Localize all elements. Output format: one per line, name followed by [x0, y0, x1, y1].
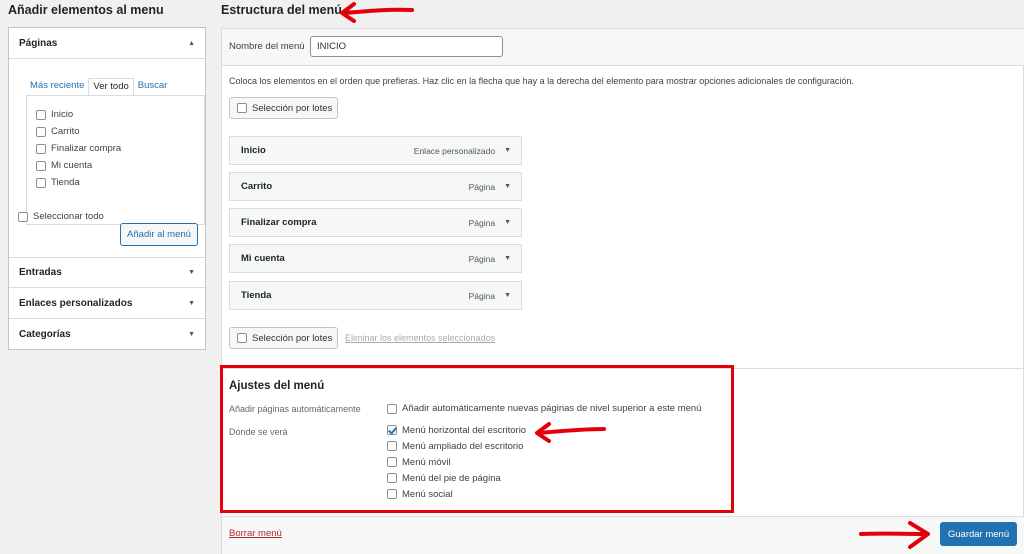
menu-item-mi-cuenta[interactable]: Mi cuenta Página ▼: [229, 244, 522, 273]
page-label: Finalizar compra: [51, 143, 122, 154]
menu-item-title: Tienda: [241, 290, 272, 301]
pages-section-label: Páginas: [19, 37, 58, 49]
add-items-panel: Páginas ▲ Más reciente Ver todo Buscar I…: [8, 27, 206, 350]
menu-name-input[interactable]: INICIO: [310, 36, 503, 57]
chevron-down-icon[interactable]: ▼: [504, 219, 511, 226]
page-checkbox-mi-cuenta[interactable]: [36, 160, 46, 171]
menu-item-type: Página: [468, 290, 496, 301]
menu-item-title: Mi cuenta: [241, 253, 285, 264]
list-item: Tienda: [36, 174, 204, 191]
tab-most-recent[interactable]: Más reciente: [26, 78, 88, 96]
list-item: Mi cuenta: [36, 157, 204, 174]
pages-section-header[interactable]: Páginas ▲: [9, 28, 205, 59]
bulk-select-button-top[interactable]: Selección por lotes: [229, 97, 338, 119]
menu-item-type: Página: [468, 253, 496, 264]
menu-item-type: Página: [468, 217, 496, 228]
menu-name-label: Nombre del menú: [229, 41, 305, 52]
annotation-arrow-icon: [340, 2, 414, 23]
pages-list: Inicio Carrito Finalizar compra Mi cuent…: [26, 95, 205, 225]
add-items-title: Añadir elementos al menu: [8, 3, 164, 17]
page-label: Inicio: [51, 109, 74, 120]
page-checkbox-finalizar[interactable]: [36, 143, 46, 154]
page-checkbox-carrito[interactable]: [36, 126, 46, 137]
select-all-checkbox[interactable]: [18, 211, 28, 222]
annotation-highlight-box: [220, 365, 734, 513]
instructions-text: Coloca los elementos en el orden que pre…: [229, 76, 854, 86]
menu-item-carrito[interactable]: Carrito Página ▼: [229, 172, 522, 201]
list-item: Inicio: [36, 106, 204, 123]
bulk-select-button-bottom[interactable]: Selección por lotes: [229, 327, 338, 349]
select-all-label: Seleccionar todo: [33, 211, 104, 222]
chevron-down-icon: ▼: [188, 331, 195, 338]
bulk-select-label: Selección por lotes: [252, 102, 333, 114]
menu-item-type: Página: [468, 181, 496, 192]
posts-section-label: Entradas: [19, 267, 62, 278]
chevron-down-icon[interactable]: ▼: [504, 292, 511, 299]
bulk-select-checkbox: [237, 333, 247, 343]
menu-item-type: Enlace personalizado: [413, 145, 496, 156]
chevron-down-icon[interactable]: ▼: [504, 147, 511, 154]
page-checkbox-inicio[interactable]: [36, 109, 46, 120]
categories-section-header[interactable]: Categorías ▼: [9, 319, 205, 350]
menu-structure-title: Estructura del menú: [221, 3, 342, 17]
chevron-down-icon: ▼: [188, 299, 195, 307]
chevron-down-icon: ▼: [188, 269, 195, 276]
menu-item-finalizar-compra[interactable]: Finalizar compra Página ▼: [229, 208, 522, 237]
delete-menu-link[interactable]: Borrar menú: [229, 528, 282, 539]
list-item: Finalizar compra: [36, 140, 204, 157]
page-label: Mi cuenta: [51, 160, 93, 171]
annotation-arrow-icon: [535, 422, 606, 443]
menu-item-inicio[interactable]: Inicio Enlace personalizado ▼: [229, 136, 522, 165]
menu-item-title: Finalizar compra: [241, 217, 317, 228]
page-checkbox-tienda[interactable]: [36, 177, 46, 188]
menu-item-tienda[interactable]: Tienda Página ▼: [229, 281, 522, 310]
tab-search[interactable]: Buscar: [134, 78, 172, 96]
add-to-menu-button[interactable]: Añadir al menú: [120, 223, 198, 246]
categories-section-label: Categorías: [19, 329, 71, 340]
custom-links-section-header[interactable]: Enlaces personalizados ▼: [9, 288, 205, 319]
chevron-up-icon: ▲: [188, 39, 195, 47]
posts-section-header[interactable]: Entradas ▼: [9, 257, 205, 288]
bulk-select-checkbox: [237, 103, 247, 113]
tab-view-all[interactable]: Ver todo: [88, 78, 134, 96]
remove-selected-link[interactable]: Eliminar los elementos seleccionados: [345, 333, 495, 343]
page-label: Carrito: [51, 126, 80, 137]
chevron-down-icon[interactable]: ▼: [504, 183, 511, 190]
save-menu-button[interactable]: Guardar menú: [940, 522, 1017, 546]
page-label: Tienda: [51, 177, 80, 188]
list-item: Carrito: [36, 123, 204, 140]
bulk-select-label: Selección por lotes: [252, 332, 333, 344]
select-all-row: Seleccionar todo: [18, 208, 104, 225]
menu-item-title: Carrito: [241, 181, 273, 192]
pages-tabs: Más reciente Ver todo Buscar: [26, 78, 171, 96]
menu-item-title: Inicio: [241, 145, 266, 156]
annotation-arrow-icon: [859, 521, 930, 549]
chevron-down-icon[interactable]: ▼: [504, 255, 511, 262]
custom-links-section-label: Enlaces personalizados: [19, 297, 133, 309]
